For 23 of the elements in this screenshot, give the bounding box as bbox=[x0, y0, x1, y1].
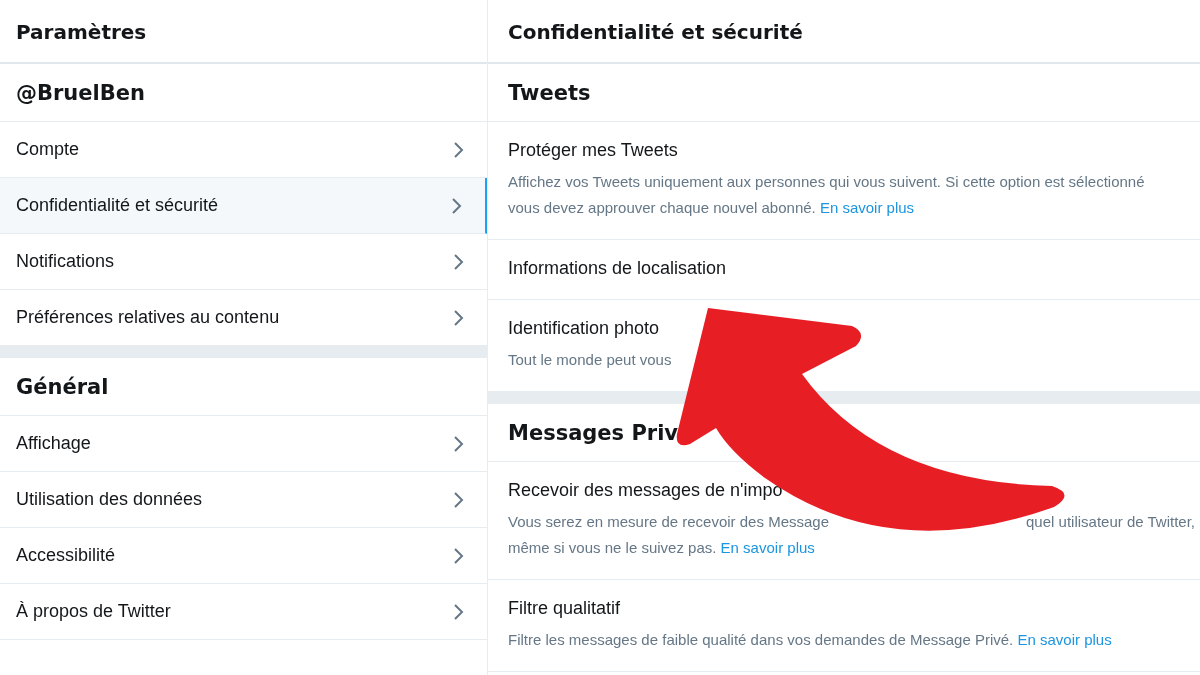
chevron-right-icon bbox=[453, 434, 464, 453]
chevron-right-icon bbox=[453, 546, 464, 565]
sidebar-title: Paramètres bbox=[0, 0, 487, 64]
chevron-right-icon bbox=[451, 196, 462, 215]
setting-description: même si vous ne le suivez pas. En savoir plus bbox=[508, 538, 816, 558]
setting-description: Tout le monde peut vous bbox=[508, 350, 673, 370]
setting-description: Affichez vos Tweets uniquement aux personnes qui vous suivent. Si cette option est sélectionné vous devez approuver chaque nouvel abonné. En savoir plus bbox=[508, 172, 1146, 218]
setting-label[interactable]: Informations de localisation bbox=[508, 258, 1180, 279]
chevron-right-icon bbox=[453, 308, 464, 327]
setting-label[interactable]: Identification photo bbox=[508, 318, 1180, 339]
section-heading: Tweets bbox=[488, 64, 1200, 122]
chevron-right-icon bbox=[453, 140, 464, 159]
chevron-right-icon bbox=[453, 602, 464, 621]
setting-description: Vous serez en mesure de recevoir des Message bbox=[508, 512, 829, 532]
setting-label[interactable]: Recevoir des messages de n'impo bbox=[508, 480, 1180, 501]
page-title: Confidentialité et sécurité bbox=[488, 0, 1200, 64]
setting-description: Filtre les messages de faible qualité dans vos demandes de Message Privé. En savoir plus bbox=[508, 630, 1113, 650]
setting-description: quel utilisateur de Twitter, bbox=[1026, 512, 1195, 532]
chevron-right-icon bbox=[453, 490, 464, 509]
chevron-right-icon bbox=[453, 252, 464, 271]
setting-label[interactable]: Protéger mes Tweets bbox=[508, 140, 1180, 161]
sidebar-item[interactable]: Confidentialité et sécurité bbox=[0, 178, 487, 234]
setting-label[interactable]: Filtre qualitatif bbox=[508, 598, 1180, 619]
